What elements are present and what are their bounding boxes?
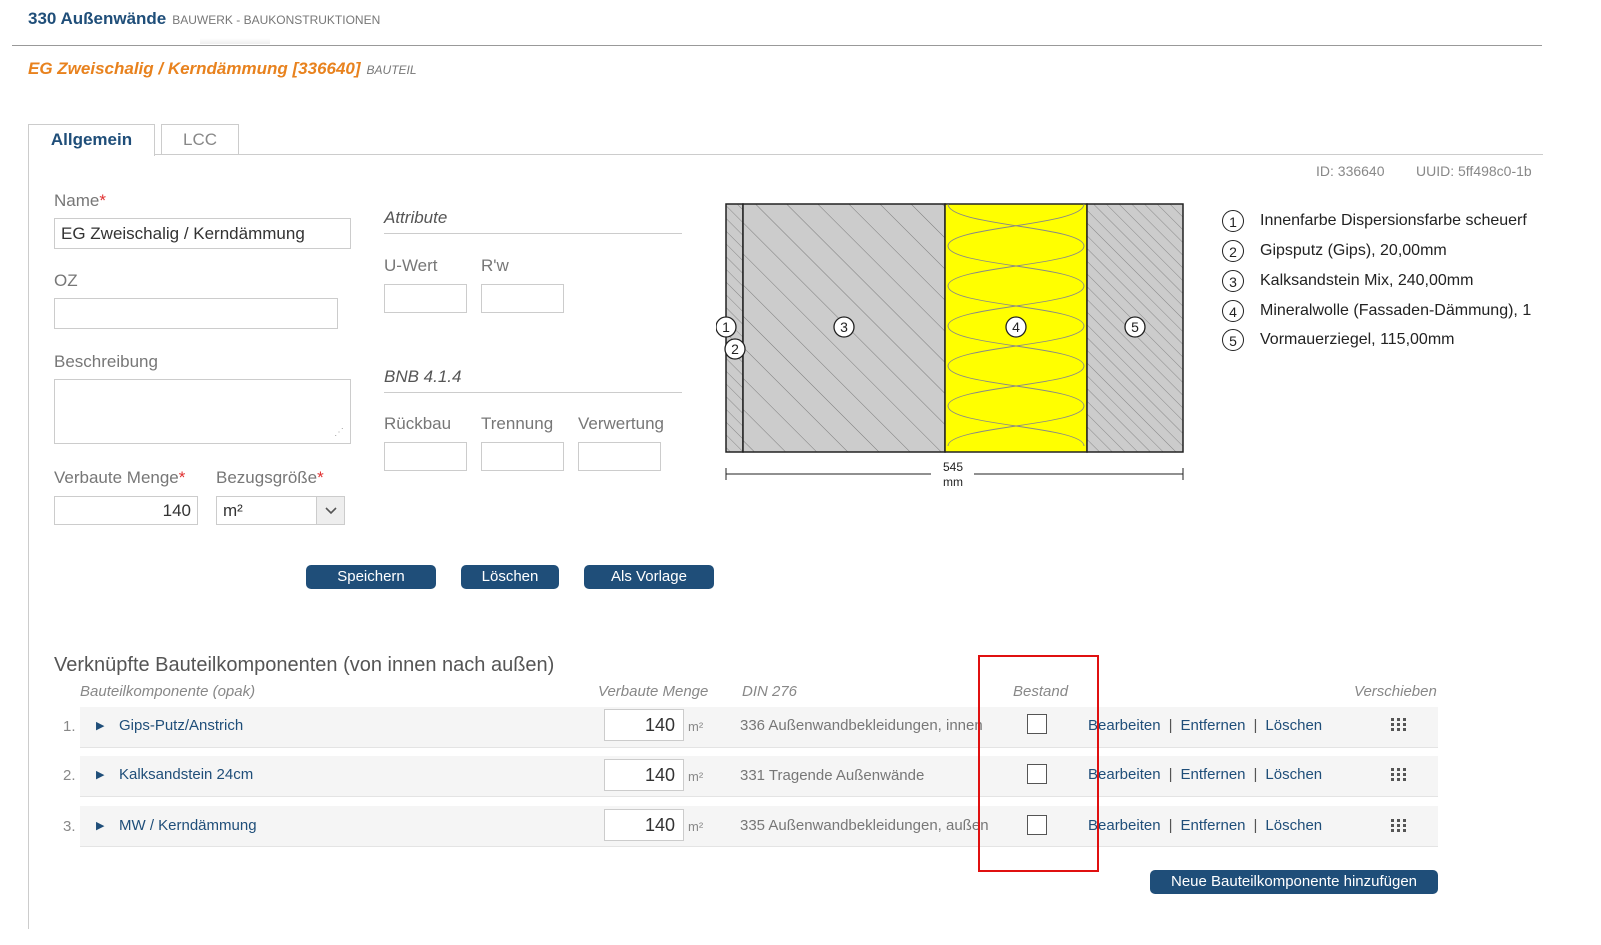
drag-handle-icon[interactable] [1390, 717, 1408, 738]
save-button[interactable]: Speichern [306, 565, 436, 589]
row-number: 2. [63, 767, 76, 784]
legend-item: 3 Kalksandstein Mix, 240,00mm [1222, 269, 1473, 293]
beschreibung-label: Beschreibung [54, 352, 158, 371]
element-type-label: BAUTEIL [366, 63, 417, 77]
row-number: 1. [63, 718, 76, 735]
svg-text:4: 4 [1012, 319, 1020, 335]
header-divider [12, 45, 1542, 46]
svg-text:2: 2 [731, 341, 739, 357]
page-title: 330 Außenwände BAUWERK - BAUKONSTRUKTIONE… [28, 9, 381, 28]
bestand-highlight-box [978, 655, 1099, 872]
remove-link[interactable]: Entfernen [1180, 817, 1245, 834]
col-header-verschieben: Verschieben [1354, 683, 1437, 700]
component-link[interactable]: Kalksandstein 24cm [119, 766, 253, 783]
component-link[interactable]: MW / Kerndämmung [119, 817, 257, 834]
page-category: BAUWERK - BAUKONSTRUKTIONEN [172, 13, 381, 27]
rw-label: R'w [481, 256, 509, 275]
rw-field[interactable] [481, 284, 564, 313]
layer-marker-4: 4 [1005, 316, 1027, 338]
delete-link[interactable]: Löschen [1265, 817, 1322, 834]
row-actions: Bearbeiten | Entfernen | Löschen [1088, 817, 1323, 834]
oz-label: OZ [54, 271, 78, 290]
legend-item: 2 Gipsputz (Gips), 20,00mm [1222, 239, 1447, 263]
tab-divider [28, 154, 1543, 155]
verwertung-field[interactable] [578, 442, 661, 471]
col-header-component: Bauteilkomponente (opak) [80, 683, 256, 700]
trennung-field[interactable] [481, 442, 564, 471]
rueckbau-field[interactable] [384, 442, 467, 471]
dimension-line: 545 mm [725, 460, 1184, 489]
trennung-label: Trennung [481, 414, 554, 433]
expand-caret-icon[interactable]: ▶ [96, 768, 104, 781]
menge-label: Verbaute Menge* [54, 468, 186, 487]
remove-link[interactable]: Entfernen [1180, 766, 1245, 783]
unit-label: m² [688, 719, 704, 734]
delete-link[interactable]: Löschen [1265, 717, 1322, 734]
row-actions: Bearbeiten | Entfernen | Löschen [1088, 766, 1323, 783]
row-actions: Bearbeiten | Entfernen | Löschen [1088, 717, 1323, 734]
dimension-unit: mm [943, 475, 963, 489]
bezug-label: Bezugsgröße* [216, 468, 324, 487]
name-field[interactable] [54, 218, 351, 249]
legend-item: 4 Mineralwolle (Fassaden-Dämmung), 1 [1222, 299, 1531, 323]
element-id: ID: 336640 [1316, 163, 1385, 179]
layer-legend: 1 Innenfarbe Dispersionsfarbe scheuerf 2G… [1222, 209, 1543, 359]
wall-section-diagram: 1 2 3 4 5 545 mm [716, 203, 1184, 489]
component-link[interactable]: Gips-Putz/Anstrich [119, 717, 243, 734]
uwert-label: U-Wert [384, 256, 438, 275]
layer-marker-3: 3 [833, 316, 855, 338]
tab-lcc[interactable]: LCC [161, 124, 239, 154]
header-shadow [200, 38, 270, 44]
beschreibung-field[interactable] [54, 379, 351, 444]
dimension-value: 545 [943, 460, 963, 474]
row-number: 3. [63, 818, 76, 835]
oz-field[interactable] [54, 298, 338, 329]
layer-marker-5: 5 [1124, 316, 1146, 338]
attribute-divider [384, 233, 682, 234]
quantity-field[interactable]: 140 [604, 709, 684, 741]
uwert-field[interactable] [384, 284, 467, 313]
din-label: 331 Tragende Außenwände [740, 767, 925, 784]
svg-text:5: 5 [1131, 319, 1139, 335]
remove-link[interactable]: Entfernen [1180, 717, 1245, 734]
components-title: Verknüpfte Bauteilkomponenten (von innen… [54, 654, 555, 676]
col-header-din: DIN 276 [742, 683, 798, 700]
bnb-divider [384, 392, 682, 393]
svg-text:1: 1 [722, 319, 730, 335]
layer-marker-1: 1 [716, 316, 737, 338]
unit-label: m² [688, 769, 704, 784]
chevron-down-icon[interactable] [316, 497, 344, 524]
legend-item: 1 Innenfarbe Dispersionsfarbe scheuerf [1222, 209, 1527, 233]
layer-marker-2: 2 [724, 338, 746, 360]
delete-link[interactable]: Löschen [1265, 766, 1322, 783]
rueckbau-label: Rückbau [384, 414, 452, 433]
quantity-field[interactable]: 140 [604, 759, 684, 791]
expand-caret-icon[interactable]: ▶ [96, 719, 104, 732]
menge-field[interactable] [54, 496, 198, 525]
attribute-heading: Attribute [384, 208, 448, 227]
legend-item: 5 Vormauerziegel, 115,00mm [1222, 328, 1454, 352]
resize-handle-icon[interactable]: ⋰ [334, 428, 344, 438]
element-title: EG Zweischalig / Kerndämmung [336640] BAU… [28, 59, 417, 78]
expand-caret-icon[interactable]: ▶ [96, 819, 104, 832]
din-label: 335 Außenwandbekleidungen, außen [740, 817, 989, 834]
unit-label: m² [688, 819, 704, 834]
drag-handle-icon[interactable] [1390, 767, 1408, 788]
bezug-select[interactable]: m² [216, 496, 345, 525]
quantity-field[interactable]: 140 [604, 809, 684, 841]
col-header-menge: Verbaute Menge [598, 683, 709, 700]
drag-handle-icon[interactable] [1390, 818, 1408, 839]
name-label: Name* [54, 191, 106, 210]
panel-border [28, 154, 29, 929]
tab-allgemein[interactable]: Allgemein [28, 124, 155, 156]
verwertung-label: Verwertung [578, 414, 664, 433]
bezug-select-value: m² [223, 501, 243, 520]
svg-text:3: 3 [840, 319, 848, 335]
template-button[interactable]: Als Vorlage [584, 565, 714, 589]
add-component-button[interactable]: Neue Bauteilkomponente hinzufügen [1150, 870, 1438, 894]
bnb-heading: BNB 4.1.4 [384, 367, 462, 386]
din-label: 336 Außenwandbekleidungen, innen [740, 717, 983, 734]
element-uuid: UUID: 5ff498c0-1b [1416, 163, 1532, 179]
delete-button[interactable]: Löschen [461, 565, 559, 589]
